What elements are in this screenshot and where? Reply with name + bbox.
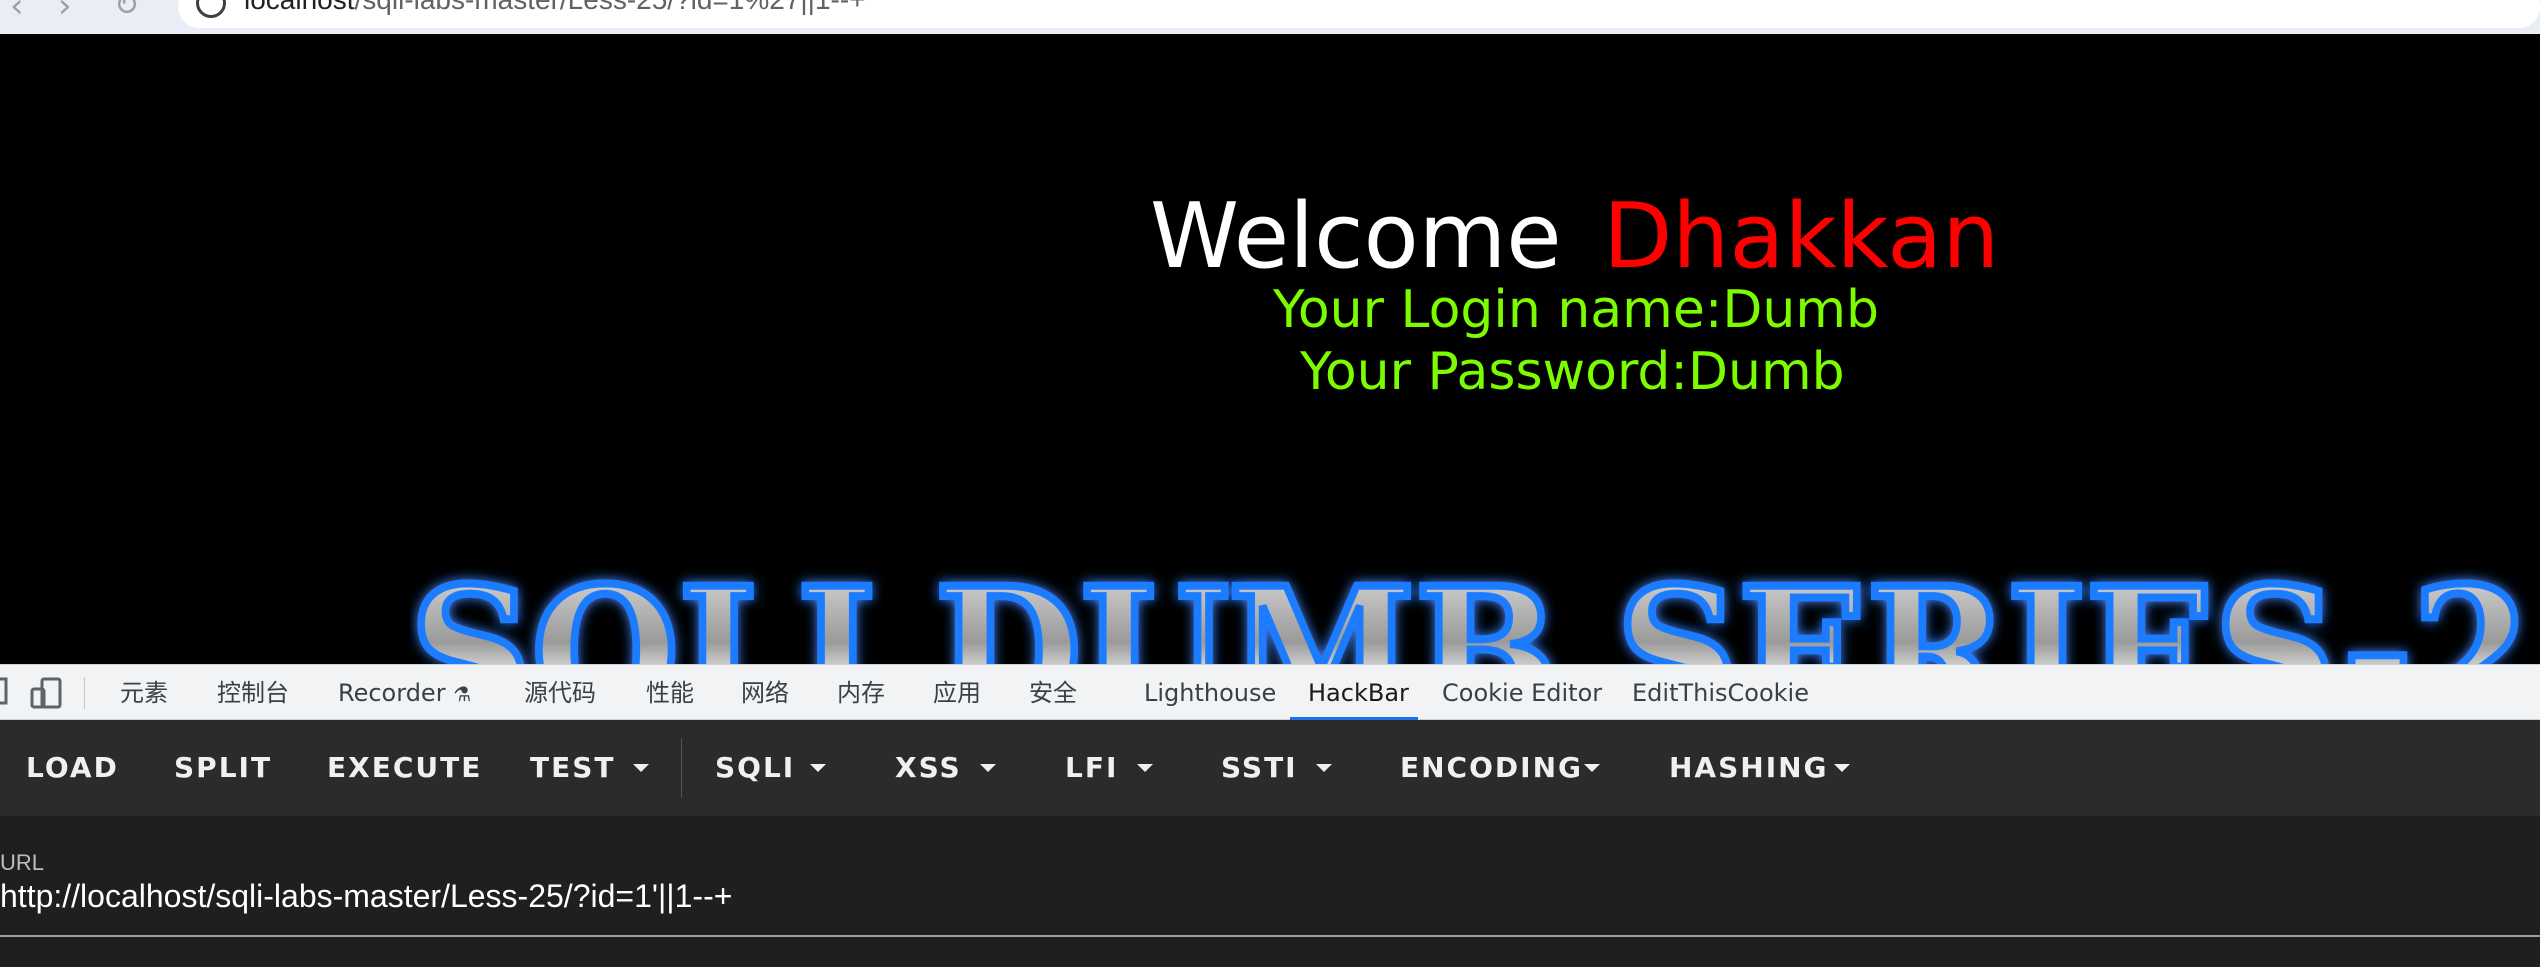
address-host: localhost: [244, 0, 355, 15]
hashing-dropdown-caret-icon: [1834, 764, 1850, 772]
toolbar-separator: [681, 738, 682, 798]
test-menu-button[interactable]: TEST: [530, 720, 616, 816]
devtools-tab-recorder-label: Recorder: [338, 679, 446, 707]
devtools-tab-network[interactable]: 网络: [741, 665, 789, 721]
address-path: /sqli-labs-master/Less-25/?id=1%27||1--+: [355, 0, 866, 15]
encoding-menu-button[interactable]: ENCODING: [1400, 720, 1583, 816]
devtools-tab-performance[interactable]: 性能: [646, 665, 694, 721]
devtools-tab-cookie-editor[interactable]: Cookie Editor: [1442, 665, 1602, 721]
browser-toolbar: ‹ › ↻ localhost/sqli-labs-master/Less-25…: [0, 0, 2540, 34]
url-input[interactable]: http://localhost/sqli-labs-master/Less-2…: [0, 878, 732, 915]
hackbar-toolbar: LOAD SPLIT EXECUTE TEST SQLI XSS LFI SST…: [0, 720, 2540, 816]
forward-arrow-icon[interactable]: ›: [58, 0, 72, 26]
url-input-underline: [0, 935, 2540, 937]
devtools-tab-sources[interactable]: 源代码: [524, 665, 596, 721]
ssti-dropdown-caret-icon: [1316, 764, 1332, 772]
devtools-tab-security[interactable]: 安全: [1029, 665, 1077, 721]
address-bar-url[interactable]: localhost/sqli-labs-master/Less-25/?id=1…: [244, 0, 866, 16]
test-dropdown-caret-icon: [633, 764, 649, 772]
url-field-label: URL: [0, 850, 45, 875]
lfi-menu-button[interactable]: LFI: [1065, 720, 1118, 816]
inspect-element-icon[interactable]: [0, 677, 10, 707]
hashing-menu-button[interactable]: HASHING: [1669, 720, 1829, 816]
xss-dropdown-caret-icon: [980, 764, 996, 772]
execute-button[interactable]: EXECUTE: [327, 720, 482, 816]
sqli-menu-button[interactable]: SQLI: [715, 720, 795, 816]
login-name-text: Your Login name:Dumb: [1273, 280, 1879, 340]
encoding-dropdown-caret-icon: [1584, 764, 1600, 772]
devtools-tab-console[interactable]: 控制台: [217, 665, 289, 721]
devtools-tab-recorder[interactable]: Recorder ⚗: [338, 665, 471, 721]
devtools-tab-strip: 元素 控制台 Recorder ⚗ 源代码 性能 网络 内存 应用 安全 Lig…: [0, 664, 2540, 721]
lfi-dropdown-caret-icon: [1137, 764, 1153, 772]
device-toolbar-icon[interactable]: [30, 677, 62, 709]
xss-menu-button[interactable]: XSS: [895, 720, 962, 816]
welcome-username: Dhakkan: [1603, 184, 2000, 289]
ssti-menu-button[interactable]: SSTI: [1221, 720, 1298, 816]
split-button[interactable]: SPLIT: [174, 720, 272, 816]
devtools-tab-application[interactable]: 应用: [933, 665, 981, 721]
devtools-tab-lighthouse[interactable]: Lighthouse: [1144, 665, 1276, 721]
devtools-divider: [84, 677, 85, 709]
page-viewport: Welcome Dhakkan Your Login name:Dumb You…: [0, 34, 2540, 664]
devtools-tab-elements[interactable]: 元素: [120, 665, 168, 721]
flask-icon: ⚗: [453, 682, 472, 706]
devtools-tab-memory[interactable]: 内存: [837, 665, 885, 721]
sqli-dumb-series-banner: SQLI DUMB SERIES-2: [410, 545, 2534, 664]
load-button[interactable]: LOAD: [26, 720, 119, 816]
banner-text: SQLI DUMB SERIES-2: [410, 549, 2530, 664]
password-text: Your Password:Dumb: [1300, 342, 1845, 402]
welcome-label: Welcome: [1150, 184, 1562, 289]
sqli-dropdown-caret-icon: [810, 764, 826, 772]
back-arrow-icon[interactable]: ‹: [10, 0, 24, 26]
devtools-tab-editthiscookie[interactable]: EditThisCookie: [1632, 665, 1809, 721]
hackbar-url-panel: URL http://localhost/sqli-labs-master/Le…: [0, 816, 2540, 967]
devtools-tab-hackbar[interactable]: HackBar: [1308, 665, 1409, 721]
reload-icon[interactable]: ↻: [114, 0, 139, 23]
